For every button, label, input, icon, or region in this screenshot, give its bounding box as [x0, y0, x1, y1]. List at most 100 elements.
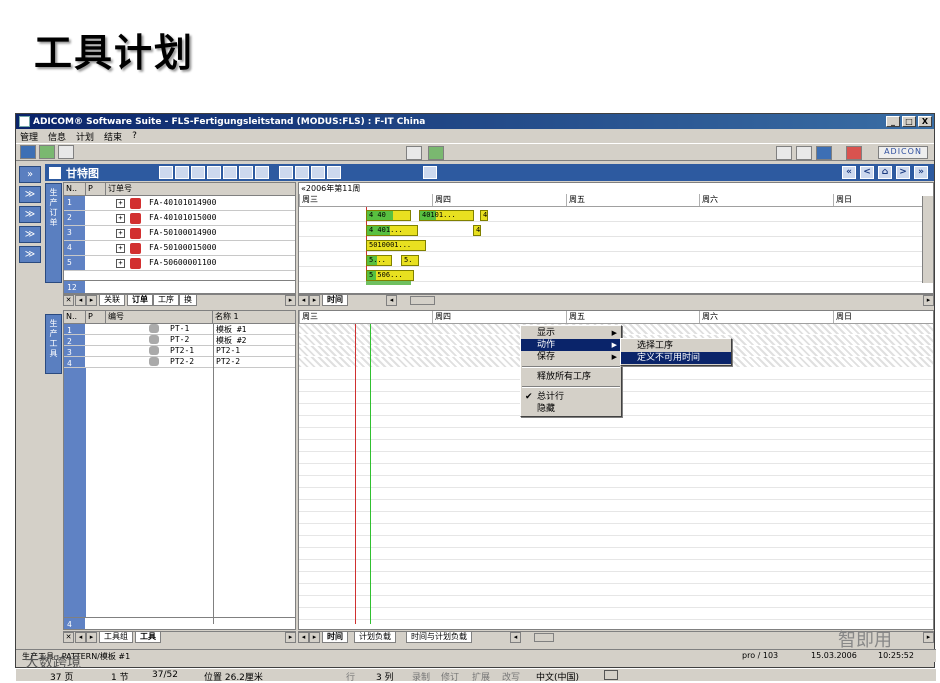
gantt-bar[interactable]: 40101... [419, 210, 474, 221]
col-n[interactable]: N.. [64, 311, 86, 324]
expand-icon[interactable]: + [116, 214, 125, 223]
tab-time-and-load[interactable]: 时间与计划负载 [406, 632, 472, 643]
menu-end[interactable]: 结束 [104, 130, 122, 143]
tools-icon[interactable] [776, 146, 792, 160]
tab-time[interactable]: 时间 [322, 632, 348, 643]
close-button[interactable]: X [918, 116, 932, 127]
minimize-button[interactable]: _ [886, 116, 900, 127]
gantt-bar[interactable]: 4 [473, 225, 481, 236]
menu-item-total-row[interactable]: ✔ 总计行 [521, 391, 621, 403]
menu-help[interactable]: ? [132, 131, 137, 141]
scroll-thumb[interactable] [534, 633, 554, 642]
tool-row[interactable]: 2 PT-2 模板 #2 [64, 335, 295, 346]
tree-icon[interactable] [255, 166, 269, 179]
grid-icon[interactable] [39, 145, 55, 159]
globe-icon[interactable] [816, 146, 832, 160]
menu-plan[interactable]: 计划 [76, 130, 94, 143]
menu-item-hide[interactable]: 隐藏 [521, 403, 621, 415]
tab-left-icon[interactable]: ◂ [75, 632, 86, 643]
user-icon[interactable] [223, 166, 237, 179]
tab-plan-load[interactable]: 计划负载 [354, 632, 396, 643]
scroll-left-icon[interactable]: ◂ [510, 632, 521, 643]
expand-icon[interactable]: + [116, 259, 125, 268]
scroll-right-icon[interactable]: ▸ [923, 295, 934, 306]
next-button[interactable]: > [896, 166, 910, 179]
vertical-scrollbar[interactable] [922, 196, 933, 283]
calendar-icon[interactable] [796, 146, 812, 160]
last-button[interactable]: » [914, 166, 928, 179]
printer-icon[interactable] [406, 146, 422, 160]
maximize-button[interactable]: □ [902, 116, 916, 127]
order-row[interactable]: 3 + FA-50100014900 [64, 226, 295, 241]
scroll-right-icon[interactable]: ▸ [923, 632, 934, 643]
gantt-bar[interactable]: 5... [366, 255, 392, 266]
col-order-no[interactable]: 订单号 [106, 183, 295, 196]
refresh-icon[interactable] [311, 166, 325, 179]
order-row[interactable]: 1 + FA-40101014900 [64, 196, 295, 211]
doc-icon[interactable] [327, 166, 341, 179]
nav-button-2[interactable]: ≫ [19, 206, 41, 223]
col-p[interactable]: P [86, 183, 106, 196]
cut-icon[interactable] [207, 166, 221, 179]
tab-right-icon[interactable]: ▸ [309, 632, 320, 643]
col-p[interactable]: P [86, 311, 106, 324]
gantt-bar[interactable]: 4 [480, 210, 488, 221]
tab-production-tools[interactable]: 生产工具 [45, 314, 62, 374]
nav-button-1[interactable]: ≫ [19, 186, 41, 203]
col-n[interactable]: N.. [64, 183, 86, 196]
list-icon[interactable] [58, 145, 74, 159]
gantt-bar[interactable]: 4 401... [366, 225, 418, 236]
expand-nav-button[interactable]: » [19, 166, 41, 183]
col-name[interactable]: 名称 1 [213, 311, 295, 324]
folder-icon[interactable] [159, 166, 173, 179]
tab-operations[interactable]: 工序 [153, 295, 179, 306]
menu-item-show[interactable]: 显示 ▶ [521, 327, 621, 339]
chart-icon[interactable] [295, 166, 309, 179]
tab-left-icon[interactable]: ◂ [298, 632, 309, 643]
tab-time[interactable]: 时间 [322, 295, 348, 306]
link-icon[interactable] [239, 166, 253, 179]
order-row[interactable]: 2 + FA-40101015000 [64, 211, 295, 226]
gantt-bar[interactable]: 4 40 [366, 210, 411, 221]
tab-right-icon[interactable]: ▸ [86, 632, 97, 643]
scroll-thumb[interactable] [410, 296, 435, 305]
col-code[interactable]: 编号 [106, 311, 213, 324]
gantt-bar[interactable]: 5. [401, 255, 419, 266]
home-button[interactable]: ⌂ [878, 166, 892, 179]
scroll-right-icon[interactable]: ▸ [285, 632, 296, 643]
submenu-select-operation[interactable]: 选择工序 [621, 340, 731, 352]
tab-production-orders[interactable]: 生产订单 [45, 183, 62, 283]
tab-tool-group[interactable]: 工具组 [99, 632, 133, 643]
tab-right-icon[interactable]: ▸ [86, 295, 97, 306]
menu-item-action[interactable]: 动作 ▶ [521, 339, 621, 351]
menu-manage[interactable]: 管理 [20, 130, 38, 143]
expand-icon[interactable]: + [116, 244, 125, 253]
tab-left-icon[interactable]: ◂ [298, 295, 309, 306]
nav-button-4[interactable]: ≫ [19, 246, 41, 263]
scroll-right-icon[interactable]: ▸ [285, 295, 296, 306]
submenu-define-unavailable[interactable]: 定义不可用时间 [621, 352, 731, 364]
nav-button-3[interactable]: ≫ [19, 226, 41, 243]
close-icon[interactable]: ✕ [63, 295, 74, 306]
close-icon[interactable]: ✕ [63, 632, 74, 643]
wrench-icon[interactable] [191, 166, 205, 179]
expand-icon[interactable]: + [116, 229, 125, 238]
tab-tools[interactable]: 工具 [135, 632, 161, 643]
tool-row[interactable]: 3 PT2-1 PT2-1 [64, 346, 295, 357]
tool-row[interactable]: 4 PT2-2 PT2-2 [64, 357, 295, 368]
scroll-left-icon[interactable]: ◂ [386, 295, 397, 306]
tab-relation[interactable]: 关联 [99, 295, 125, 306]
tab-left-icon[interactable]: ◂ [75, 295, 86, 306]
tab-right-icon[interactable]: ▸ [309, 295, 320, 306]
tab-orders[interactable]: 订单 [127, 295, 153, 306]
network-icon[interactable] [428, 146, 444, 160]
exit-icon[interactable] [846, 146, 862, 160]
gantt-bar[interactable]: 5 506... [366, 270, 414, 281]
tool-row[interactable]: 1 PT-1 模板 #1 [64, 324, 295, 335]
copy-icon[interactable] [279, 166, 293, 179]
gantt-bar[interactable]: 5010001... [366, 240, 426, 251]
first-button[interactable]: « [842, 166, 856, 179]
status-ext[interactable]: 扩展 [472, 670, 490, 683]
pen-icon[interactable] [423, 166, 437, 179]
menu-item-release-all[interactable]: 释放所有工序 [521, 371, 621, 383]
